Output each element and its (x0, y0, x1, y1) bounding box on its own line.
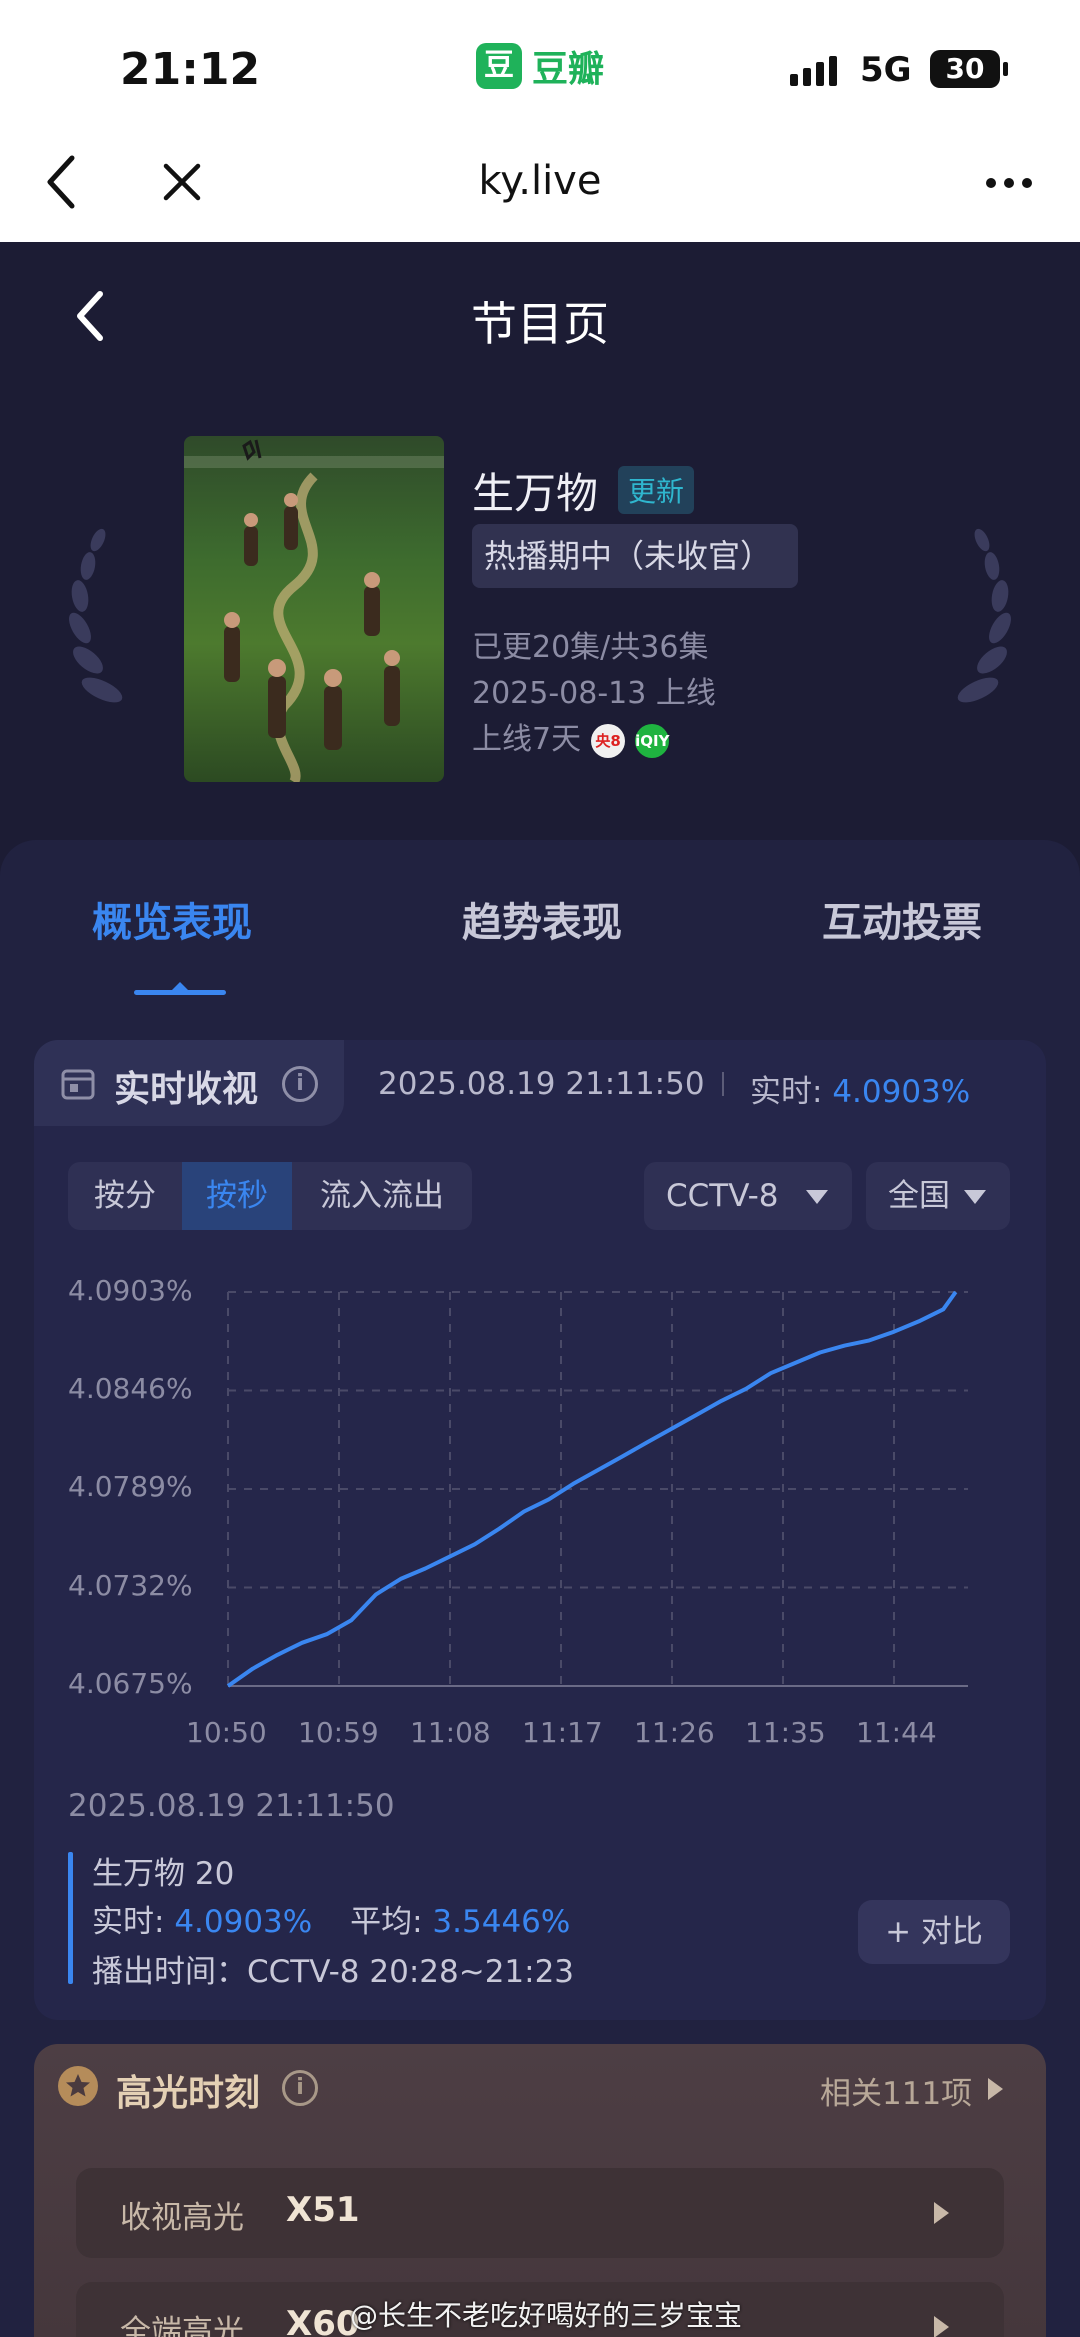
summary-values-row: 实时: 4.0903% 平均: 3.5446% (92, 1896, 570, 1941)
summary-airtime: 播出时间：CCTV-8 20:28~21:23 (92, 1954, 575, 1990)
highlight-label: 收视高光 (120, 2200, 244, 2236)
summary-average-label: 平均: (350, 1904, 423, 1940)
summary-realtime-value: 4.0903% (174, 1904, 313, 1940)
play-arrow-icon (934, 2316, 949, 2337)
summary-realtime-label: 实时: (92, 1904, 165, 1940)
realtime-line-chart[interactable] (0, 0, 1080, 1760)
series-line-0 (226, 1290, 958, 1688)
highlight-row-ratings[interactable]: 收视高光 X51 (76, 2168, 1004, 2258)
play-arrow-icon (934, 2202, 949, 2224)
highlights-title: 高光时刻 (116, 2073, 261, 2114)
highlight-label: 全端高光 (120, 2314, 244, 2337)
series-color-bar (68, 1852, 73, 1984)
summary-timestamp: 2025.08.19 21:11:50 (68, 1788, 395, 1824)
highlights-info-icon[interactable]: i (282, 2070, 318, 2106)
highlights-more-label: 相关111项 (820, 2076, 973, 2112)
compare-button[interactable]: + 对比 (858, 1900, 1010, 1964)
highlight-value: X60 (286, 2304, 360, 2337)
highlight-value: X51 (286, 2190, 360, 2230)
highlights-more-link[interactable]: 相关111项 (820, 2068, 972, 2113)
summary-average-value: 3.5446% (432, 1904, 571, 1940)
play-arrow-icon (988, 2078, 1003, 2100)
summary-episode: 生万物 20 (92, 1856, 235, 1892)
star-badge-icon (58, 2066, 98, 2106)
watermark: @长生不老吃好喝好的三岁宝宝 (350, 2299, 743, 2332)
